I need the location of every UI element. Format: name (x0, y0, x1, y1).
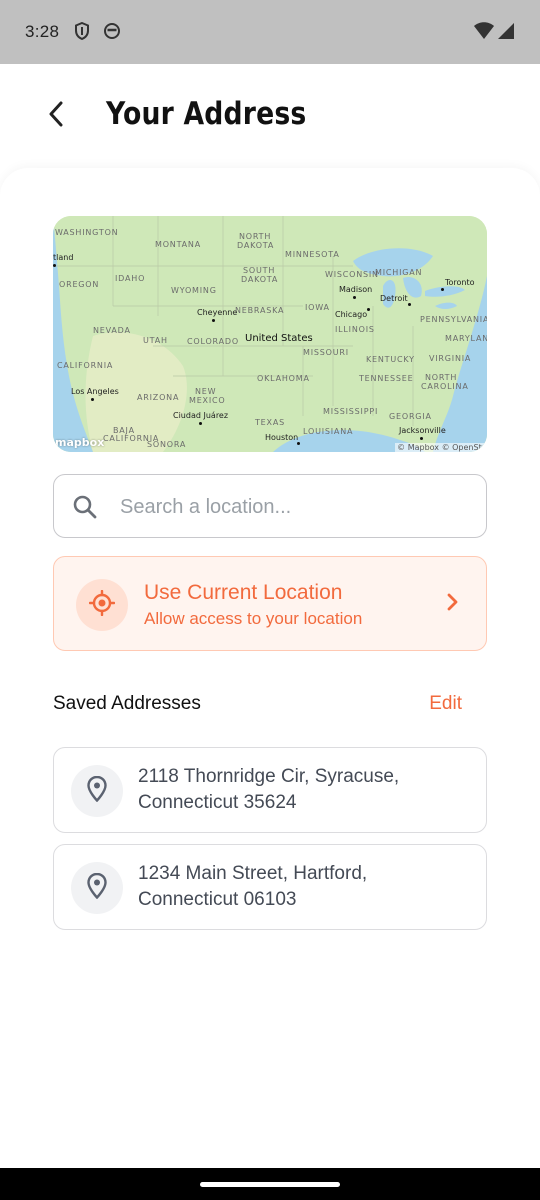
map-country-label: United States (245, 333, 313, 344)
face-icon (103, 22, 121, 45)
search-icon (72, 494, 98, 525)
search-box (53, 474, 487, 538)
map-state-label: MISSOURI (303, 348, 349, 357)
map-state-label: NEVADA (93, 326, 131, 335)
map-state-label: NEBRASKA (235, 306, 285, 315)
map-city-dot (53, 264, 56, 267)
map-state-label: MONTANA (155, 240, 201, 249)
map-state-label: WYOMING (171, 286, 217, 295)
map-city-label: Detroit (380, 294, 408, 303)
address-line-2: Connecticut 06103 (138, 889, 297, 910)
map-state-label: CALIFORNIA (57, 361, 114, 370)
map-state-label: DAKOTA (237, 241, 275, 250)
map-state-label: KENTUCKY (366, 355, 415, 364)
current-location-subtitle: Allow access to your location (144, 609, 363, 628)
map-state-label: NORTH (425, 373, 458, 382)
search-input[interactable] (120, 489, 470, 525)
wifi-icon (474, 22, 494, 45)
location-target-icon (88, 589, 116, 621)
map-city-dot (199, 422, 202, 425)
home-gesture-pill[interactable] (200, 1182, 340, 1187)
map-state-label: DAKOTA (241, 275, 279, 284)
map-state-label: WASHINGTON (55, 228, 119, 237)
map-city-label: tland (53, 253, 74, 262)
address-line-1: 2118 Thornridge Cir, Syracuse, (138, 766, 400, 787)
page-title: Your Address (106, 96, 307, 132)
map-state-label: MEXICO (189, 396, 226, 405)
signal-icon (498, 22, 514, 45)
map-state-label: NORTH (239, 232, 272, 241)
map-city-dot (297, 442, 300, 445)
map-state-label: OKLAHOMA (257, 374, 310, 383)
map-state-label: MISSISSIPPI (323, 407, 379, 416)
mapbox-logo: mapbox (55, 436, 105, 449)
map-state-label: TEXAS (255, 418, 285, 427)
back-button[interactable] (36, 94, 76, 138)
edit-button[interactable]: Edit (429, 693, 462, 715)
address-line-2: Connecticut 35624 (138, 792, 297, 813)
saved-address-card[interactable]: 2118 Thornridge Cir, Syracuse, Connectic… (53, 747, 487, 833)
map-state-label: COLORADO (187, 337, 239, 346)
chevron-left-icon (48, 101, 64, 132)
map-state-label: GEORGIA (389, 412, 432, 421)
map-state-label: IDAHO (115, 274, 146, 283)
map-state-label: MICHIGAN (375, 268, 423, 277)
saved-address-card[interactable]: 1234 Main Street, Hartford, Connecticut … (53, 844, 487, 930)
map-state-label: IOWA (305, 303, 330, 312)
map-state-label: WISCONSIN (325, 270, 379, 279)
map-state-label: OREGON (59, 280, 100, 289)
map-city-dot (91, 398, 94, 401)
map-city-dot (420, 437, 423, 440)
map-city-label: Ciudad Juárez (173, 411, 229, 420)
map-state-label: MARYLAND (445, 334, 487, 343)
address-line-1: 1234 Main Street, Hartford, (138, 863, 368, 884)
map-city-label: Madison (339, 285, 373, 294)
map-state-label: LOUISIANA (303, 427, 354, 436)
app-bar: Your Address (0, 64, 540, 172)
status-right (474, 22, 514, 45)
map-state-label: MINNESOTA (285, 250, 340, 259)
map-city-label: Toronto (445, 278, 475, 287)
shield-icon (74, 21, 90, 45)
current-location-title: Use Current Location (144, 581, 343, 604)
status-time: 3:28 (25, 22, 60, 41)
map-state-label: VIRGINIA (429, 354, 472, 363)
map-state-label: SONORA (147, 440, 187, 449)
location-target-icon-wrap (76, 579, 128, 631)
map-state-label: CAROLINA (421, 382, 469, 391)
location-pin-icon-wrap (71, 765, 123, 817)
map-city-dot (212, 319, 215, 322)
map-city-dot (367, 308, 370, 311)
map-city-dot (408, 303, 411, 306)
map-city-dot (441, 288, 444, 291)
location-pin-icon (87, 872, 107, 904)
map-attribution[interactable]: © Mapbox © OpenStr (395, 443, 487, 452)
map-city-label: Los Angeles (71, 387, 119, 396)
map-city-label: Chicago (335, 310, 368, 319)
saved-addresses-heading: Saved Addresses (53, 693, 201, 714)
map-state-label: SOUTH (243, 266, 276, 275)
chevron-right-icon (446, 593, 458, 616)
location-pin-icon (87, 775, 107, 807)
map-city-label: Houston (265, 433, 299, 442)
use-current-location-button[interactable]: Use Current Location Allow access to you… (53, 556, 487, 651)
map-city-dot (353, 296, 356, 299)
system-nav-bar (0, 1168, 540, 1200)
location-pin-icon-wrap (71, 862, 123, 914)
map-view[interactable]: WASHINGTON MONTANA NORTH DAKOTA MINNESOT… (53, 216, 487, 452)
status-bar: 3:28 (0, 0, 540, 64)
map-state-label: ILLINOIS (335, 325, 375, 334)
map-state-label: NEW (195, 387, 217, 396)
map-state-label: TENNESSEE (359, 374, 414, 383)
map-city-label: Cheyenne (197, 308, 238, 317)
map-state-label: ARIZONA (137, 393, 180, 402)
map-state-label: PENNSYLVANIA (420, 315, 487, 324)
map-state-label: UTAH (143, 336, 168, 345)
map-city-label: Jacksonville (399, 426, 446, 435)
